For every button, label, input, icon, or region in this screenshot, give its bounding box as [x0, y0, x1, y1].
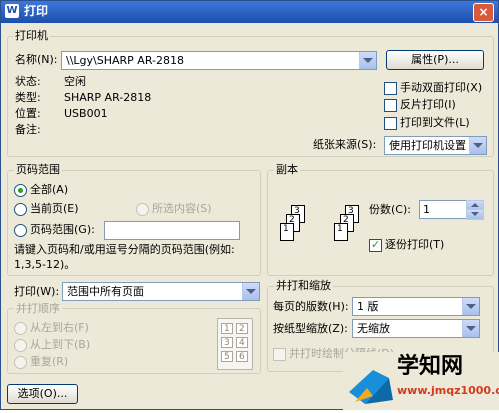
scale-value: 无缩放: [357, 322, 390, 335]
scale-label: 按纸型缩放(Z):: [273, 322, 348, 335]
title-bar[interactable]: [1, 1, 498, 23]
printer-name-label: 名称(N):: [15, 53, 58, 66]
collate-checkbox[interactable]: ✓: [369, 238, 382, 252]
preview-cell-4: 4: [236, 337, 248, 348]
chevron-down-icon: [471, 212, 479, 216]
page-range-all-label[interactable]: 全部(A): [30, 183, 68, 197]
repeat-label: 重复(R): [30, 355, 69, 368]
options-button[interactable]: 选项(O)...: [7, 384, 78, 404]
pages-per-sheet-label: 每页的版数(H):: [273, 300, 349, 313]
page-range-hint-line2: 1,3,5-12)。: [14, 258, 76, 271]
chevron-down-icon[interactable]: [462, 320, 479, 337]
copies-count-value: 1: [423, 203, 430, 216]
watermark-brand: 学知网: [397, 354, 464, 379]
print-what-combo[interactable]: 范围中所有页面: [62, 282, 260, 301]
current-page-label[interactable]: 当前页(E): [30, 202, 79, 216]
paper-source-value: 使用打印机设置: [389, 139, 466, 152]
chevron-down-icon[interactable]: [462, 298, 479, 315]
copy-stack-2-page-1: 1: [334, 223, 348, 241]
printer-name-combo[interactable]: \\Lgy\SHARP AR-2818: [61, 51, 377, 70]
page-range-hint-line1: 请键入页码和/或用逗号分隔的页码范围(例如:: [14, 243, 235, 256]
print-to-file-label[interactable]: 打印到文件(L): [400, 116, 470, 130]
page-range-group-label: 页码范围: [14, 163, 62, 177]
check-icon: ✓: [371, 238, 381, 251]
spin-down-button[interactable]: [466, 209, 484, 220]
collate-order-group-label: 并打顺序: [14, 302, 62, 316]
pages-per-sheet-value: 1 版: [357, 300, 379, 313]
repeat-radio[interactable]: [14, 356, 27, 369]
watermark: 学知网 www.jmqz1000.com: [343, 352, 499, 410]
chevron-down-icon[interactable]: [242, 283, 259, 300]
print-what-value: 范围中所有页面: [67, 285, 144, 298]
close-button[interactable]: ×: [473, 3, 494, 22]
preview-cell-3: 3: [221, 337, 233, 348]
copies-group-label: 副本: [274, 163, 300, 177]
watermark-url: www.jmqz1000.com: [397, 384, 499, 397]
current-page-radio[interactable]: [14, 203, 27, 216]
page-range-all-radio[interactable]: [14, 184, 27, 197]
location-value: USB001: [64, 107, 108, 120]
reverse-print-checkbox[interactable]: [384, 99, 397, 112]
copies-group: [267, 170, 494, 276]
preview-cell-1: 1: [221, 323, 233, 334]
type-value: SHARP AR-2818: [64, 91, 152, 104]
left-to-right-radio[interactable]: [14, 322, 27, 335]
reverse-print-label[interactable]: 反片打印(I): [400, 98, 456, 112]
preview-cell-5: 5: [221, 351, 233, 362]
print-to-file-checkbox[interactable]: [384, 117, 397, 130]
type-label: 类型:: [15, 91, 41, 104]
chevron-down-icon[interactable]: [359, 52, 376, 69]
draw-borders-checkbox[interactable]: [273, 348, 286, 361]
chevron-up-icon: [471, 203, 479, 207]
top-to-bottom-radio[interactable]: [14, 339, 27, 352]
collate-label[interactable]: 逐份打印(T): [385, 238, 444, 252]
status-label: 状态:: [15, 75, 41, 88]
properties-button[interactable]: 属性(P)...: [386, 50, 484, 70]
zoom-group-label: 并打和缩放: [274, 279, 333, 293]
printer-name-value: \\Lgy\SHARP AR-2818: [66, 54, 184, 67]
chevron-down-icon[interactable]: [469, 137, 486, 154]
comment-label: 备注:: [15, 123, 41, 136]
wps-writer-icon: W: [5, 4, 19, 18]
page-numbers-label[interactable]: 页码范围(G):: [30, 223, 95, 237]
top-to-bottom-label: 从上到下(B): [30, 338, 91, 351]
location-label: 位置:: [15, 107, 41, 120]
paper-source-combo[interactable]: 使用打印机设置: [384, 136, 487, 155]
print-what-label: 打印(W):: [14, 285, 60, 298]
preview-cell-6: 6: [236, 351, 248, 362]
printer-group-label: 打印机: [13, 29, 50, 43]
window-title: 打印: [24, 4, 49, 18]
page-numbers-radio[interactable]: [14, 224, 27, 237]
status-value: 空闲: [64, 75, 86, 88]
copies-count-label: 份数(C):: [369, 203, 411, 216]
left-to-right-label: 从左到右(F): [30, 321, 89, 334]
pages-per-sheet-combo[interactable]: 1 版: [352, 297, 480, 316]
copies-count-input[interactable]: 1: [419, 200, 467, 219]
manual-duplex-checkbox[interactable]: [384, 82, 397, 95]
selection-label: 所选内容(S): [152, 202, 212, 215]
manual-duplex-label[interactable]: 手动双面打印(X): [400, 81, 482, 95]
page-numbers-input[interactable]: [104, 221, 240, 240]
selection-radio[interactable]: [136, 203, 149, 216]
copy-stack-1-page-1: 1: [280, 223, 294, 241]
paper-source-label: 纸张来源(S):: [313, 138, 377, 151]
scale-combo[interactable]: 无缩放: [352, 319, 480, 338]
preview-cell-2: 2: [236, 323, 248, 334]
